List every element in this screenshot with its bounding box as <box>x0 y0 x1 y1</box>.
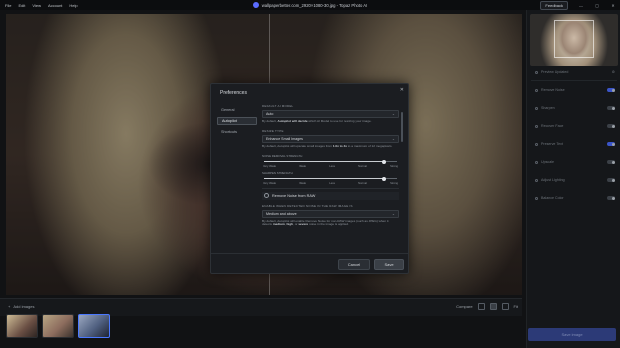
save-button[interactable]: Save <box>374 259 404 270</box>
slider-handle[interactable] <box>381 159 386 164</box>
slider-handle[interactable] <box>381 176 386 181</box>
nav-item-autopilot[interactable]: Autopilot <box>217 117 257 125</box>
noise-strength-ticks: Very Weak Weak Less Normal Strong <box>263 164 398 168</box>
checkbox-label: Remove Noise from RAW <box>272 193 316 198</box>
sharpen-strength-label: SHARPEN STRENGTH <box>262 170 293 175</box>
chevron-down-icon: ⌄ <box>391 136 395 141</box>
chevron-down-icon: ⌄ <box>391 112 395 116</box>
noise-strength-slider[interactable] <box>264 159 397 164</box>
raw-noise-level-select[interactable]: Medium and above ⌄ <box>262 209 399 218</box>
select-value: Enhance Small Images <box>266 136 303 141</box>
preferences-dialog: Preferences ✕ General Autopilot Shortcut… <box>210 83 409 274</box>
default-ai-model-help: By default, Autopilot will decide which … <box>262 119 372 123</box>
remove-noise-raw-checkbox-row[interactable]: Remove Noise from RAW <box>262 191 399 200</box>
select-value: Auto <box>266 112 274 116</box>
select-value: Medium and above <box>266 211 297 216</box>
resize-type-label: RESIZE TYPE <box>262 128 284 133</box>
cancel-button[interactable]: Cancel <box>338 259 370 270</box>
noise-strength-label: NOISE REMOVAL STRENGTH <box>262 153 303 158</box>
dialog-title: Preferences <box>220 90 247 96</box>
resize-type-select[interactable]: Enhance Small Images ⌄ <box>262 134 399 143</box>
close-icon[interactable]: ✕ <box>400 87 404 93</box>
raw-section: Remove Noise from RAW ENABLE WHEN DETECT… <box>262 187 399 228</box>
preferences-nav: General Autopilot Shortcuts <box>217 106 257 139</box>
sharpen-strength-ticks: Very Weak Weak Less Normal Strong <box>263 181 398 185</box>
default-ai-model-select[interactable]: Auto ⌄ <box>262 110 399 118</box>
raw-section-label: ENABLE WHEN DETECTED NOISE IN THE RAW IM… <box>262 203 353 208</box>
sharpen-strength-slider[interactable] <box>264 176 397 181</box>
nav-item-shortcuts[interactable]: Shortcuts <box>217 128 257 136</box>
checkbox[interactable] <box>264 193 269 199</box>
nav-item-general[interactable]: General <box>217 106 257 114</box>
settings-scrollbar[interactable] <box>401 112 403 142</box>
dialog-footer: Cancel Save <box>211 253 408 273</box>
chevron-down-icon: ⌄ <box>391 211 395 216</box>
default-ai-model-label: DEFAULT AI MODEL <box>262 104 294 108</box>
raw-help: By default, Autopilot will enable Remove… <box>262 218 389 227</box>
resize-type-help: By default, Autopilot will upscale small… <box>262 143 393 148</box>
autopilot-settings-panel[interactable]: DEFAULT AI MODEL Auto ⌄ By default, Auto… <box>262 104 399 254</box>
